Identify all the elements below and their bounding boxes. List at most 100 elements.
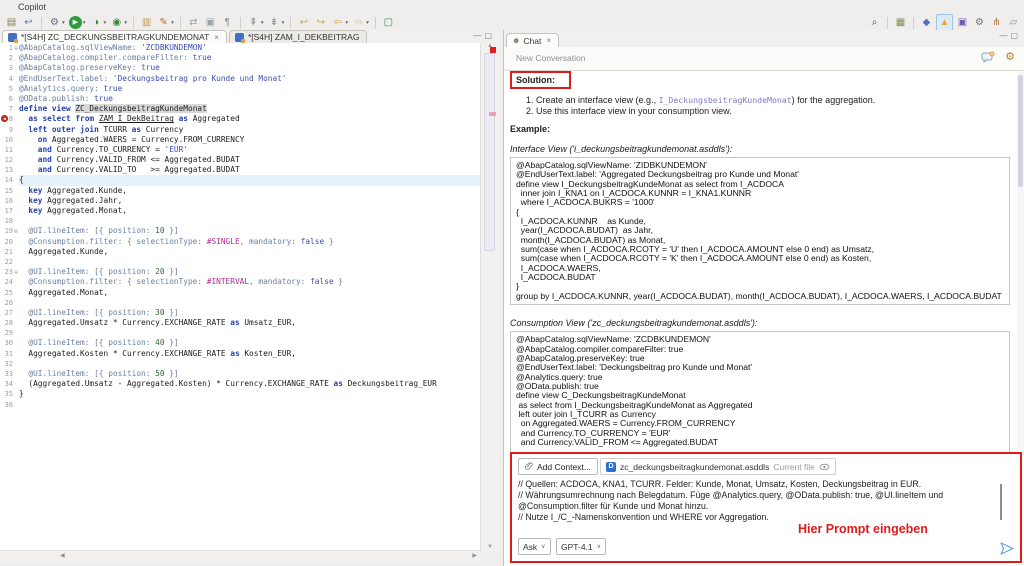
editor-line[interactable]: 6@OData.publish: true [0, 94, 481, 104]
add-context-button[interactable]: Add Context... [518, 458, 598, 475]
new-conversation-icon[interactable] [981, 51, 995, 63]
open-perspective-icon[interactable]: ▦ [893, 15, 908, 30]
close-icon[interactable]: × [214, 33, 219, 42]
new-wizard-icon-glyph: ▤ [5, 16, 18, 29]
editor-line[interactable]: 10 on Aggregated.WAERS = Currency.FROM_C… [0, 135, 481, 145]
editor-line[interactable]: 17 key Aggregated.Monat, [0, 206, 481, 216]
scroll-left-icon[interactable]: ◀ [60, 552, 65, 559]
hierarchy-perspective-icon[interactable]: ⋔ [989, 15, 1004, 30]
editor-line[interactable]: 20 @Consumption.filter: { selectionType:… [0, 237, 481, 247]
editor-line[interactable]: 35} [0, 389, 481, 399]
pin-editor-icon[interactable]: ▣ [203, 15, 218, 30]
warning-marker[interactable] [489, 112, 496, 116]
next-annotation-icon[interactable]: ⇟▾ [267, 15, 286, 30]
new-wizard-icon[interactable]: ▤ [4, 15, 19, 30]
editor-line[interactable]: 21 Aggregated.Kunde, [0, 247, 481, 257]
search-icon[interactable]: ⌕ [867, 15, 882, 30]
mode-select[interactable]: Ask ∨ [518, 538, 551, 555]
back-icon[interactable]: ⇦▾ [330, 15, 349, 30]
editor-tab[interactable]: *[S4H] ZAM_I_DEKBEITRAG [229, 30, 367, 43]
launch-icon[interactable]: ✎▾ [156, 15, 175, 30]
editor-line[interactable]: 27 @UI.lineItem: [{ position: 30 }] [0, 308, 481, 318]
context-file-chip[interactable]: D zc_deckungsbeitragkundemonat.asddls Cu… [600, 458, 836, 475]
previous-annotation-icon[interactable]: ⇞▾ [246, 15, 265, 30]
new-editor-window-icon-glyph: ▢ [382, 16, 395, 29]
editor-line[interactable]: 12 and Currency.VALID_FROM <= Aggregated… [0, 155, 481, 165]
editor-line[interactable]: 18 [0, 216, 481, 226]
cds-file-icon [8, 33, 17, 42]
editor-line[interactable]: 31 Aggregated.Kosten * Currency.EXCHANGE… [0, 349, 481, 359]
show-whitespace-icon-glyph: ¶ [221, 16, 234, 29]
next-edit-location-icon[interactable]: ↪ [313, 15, 328, 30]
next-edit-location-icon-glyph: ↪ [314, 16, 327, 29]
editor-line[interactable]: 28 Aggregated.Umsatz * Currency.EXCHANGE… [0, 318, 481, 328]
editor-line[interactable]: 30 @UI.lineItem: [{ position: 40 }] [0, 338, 481, 348]
editor-line[interactable]: 9 left outer join TCURR as Currency [0, 125, 481, 135]
editor-line[interactable]: 25 Aggregated.Monat, [0, 288, 481, 298]
editor-line[interactable]: 36 [0, 400, 481, 410]
new-editor-window-icon[interactable]: ▢ [381, 15, 396, 30]
editor-line[interactable]: 32 [0, 359, 481, 369]
scroll-down-icon[interactable]: ▼ [481, 544, 499, 550]
open-abap-object-icon[interactable]: ↩ [21, 15, 36, 30]
prompt-scrollbar[interactable] [1000, 484, 1002, 520]
chat-tab-label: Chat [523, 36, 541, 46]
code-editor[interactable]: 1⊖@AbapCatalog.sqlViewName: 'ZCDBKUNDEMO… [0, 43, 481, 551]
editor-line[interactable]: 24 @Consumption.filter: { selectionType:… [0, 277, 481, 287]
forward-icon[interactable]: ⇨▾ [351, 15, 370, 30]
run-icon[interactable]: ▶▾ [68, 15, 87, 30]
editor-tab[interactable]: *[S4H] ZC_DECKUNGSBEITRAGKUNDEMONAT× [2, 30, 227, 43]
send-icon[interactable] [1000, 542, 1014, 555]
java-ee-perspective-icon[interactable]: ◆ [919, 15, 934, 30]
editor-minmax-buttons[interactable]: —▢ [473, 31, 495, 40]
editor-line[interactable]: 23⊖ @UI.lineItem: [{ position: 20 }] [0, 267, 481, 277]
horizontal-scrollbar[interactable]: ◀ ▶ [0, 550, 481, 562]
editor-line[interactable]: 33 @UI.lineItem: [{ position: 50 }] [0, 369, 481, 379]
chat-message-area: Solution: 1. Create an interface view (e… [508, 70, 1016, 452]
editor-line[interactable]: 15 key Aggregated.Kunde, [0, 186, 481, 196]
chat-scrollbar[interactable] [1017, 71, 1024, 449]
editor-line[interactable]: 19⊖ @UI.lineItem: [{ position: 10 }] [0, 226, 481, 236]
editor-line[interactable]: 22 [0, 257, 481, 267]
plug-in-perspective-icon[interactable]: ⚙ [972, 15, 987, 30]
vertical-scrollbar[interactable] [484, 53, 495, 251]
chat-minmax-buttons[interactable]: —▢ [999, 31, 1021, 40]
editor-line[interactable]: 16 key Aggregated.Jahr, [0, 196, 481, 206]
close-icon[interactable]: × [546, 36, 551, 45]
editor-line[interactable]: 4@EndUserText.label: 'Deckungsbeitrag pr… [0, 74, 481, 84]
tab-chat[interactable]: ☻ Chat × [506, 33, 559, 47]
debug-perspective-icon[interactable]: ▣ [955, 15, 970, 30]
chat-settings-icon[interactable]: ⚙ [1005, 51, 1015, 63]
editor-line[interactable]: 5@Analytics.query: true [0, 84, 481, 94]
show-whitespace-icon[interactable]: ¶ [220, 15, 235, 30]
editor-line[interactable]: 13 and Currency.VALID_TO >= Aggregated.B… [0, 165, 481, 175]
open-resource-icon[interactable]: ▥ [139, 15, 154, 30]
editor-line[interactable]: 11 and Currency.TO_CURRENCY = 'EUR' [0, 145, 481, 155]
editor-line[interactable]: 3@AbapCatalog.preserveKey: true [0, 63, 481, 73]
eye-icon[interactable] [819, 463, 830, 471]
model-select[interactable]: GPT-4.1 ∨ [556, 538, 606, 555]
editor-line[interactable]: 34 (Aggregated.Umsatz - Aggregated.Koste… [0, 379, 481, 389]
line-number: 20 [0, 237, 13, 247]
editor-line[interactable]: 26 [0, 298, 481, 308]
maximize-icon[interactable]: ▢ [1010, 31, 1021, 40]
link-editor-icon[interactable]: ⇄ [186, 15, 201, 30]
last-edit-location-icon[interactable]: ↩ [296, 15, 311, 30]
minimize-icon[interactable]: — [999, 31, 1010, 40]
minimize-icon[interactable]: — [473, 31, 484, 40]
editor-line[interactable]: 14{ [0, 175, 481, 185]
editor-line[interactable]: 2@AbapCatalog.compiler.compareFilter: tr… [0, 53, 481, 63]
profile-icon[interactable]: ◉▾ [109, 15, 128, 30]
maximize-icon[interactable]: ▢ [484, 31, 495, 40]
editor-line[interactable]: 29 [0, 328, 481, 338]
editor-line[interactable]: 7define view ZC_DeckungsbeitragKundeMona… [0, 104, 481, 114]
sql-console-perspective-icon[interactable]: ▱ [1006, 15, 1021, 30]
editor-line[interactable]: 1⊖@AbapCatalog.sqlViewName: 'ZCDBKUNDEMO… [0, 43, 481, 53]
debug-icon[interactable]: ⚙▾ [47, 15, 66, 30]
scroll-right-icon[interactable]: ▶ [472, 552, 477, 559]
coverage-icon[interactable]: ◑▾ [89, 15, 108, 30]
prompt-input[interactable]: // Quellen: ACDOCA, KNA1, TCURR. Felder:… [518, 479, 990, 523]
editor-line[interactable]: 8 as select from ZAM_I_DekBeitrag as Agg… [0, 114, 481, 124]
open-abap-object-icon-glyph: ↩ [22, 16, 35, 29]
abap-perspective-icon[interactable]: ▲ [936, 14, 953, 31]
